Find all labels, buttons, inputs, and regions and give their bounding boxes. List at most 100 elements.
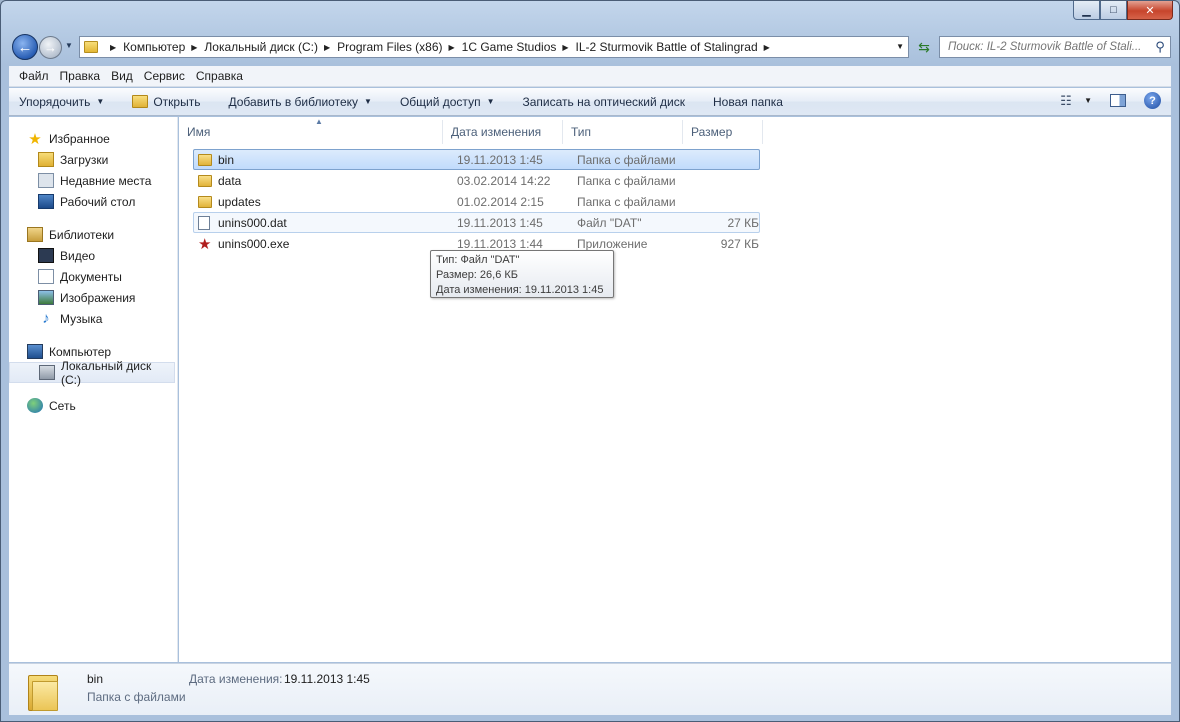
file-size: 927 КБ — [720, 236, 759, 251]
breadcrumb-computer[interactable]: Компьютер — [123, 40, 185, 54]
file-name-cell: data — [194, 174, 453, 188]
file-list-pane: ▲ Имя Дата изменения Тип Размер bin 19.1… — [179, 117, 1171, 662]
open-button[interactable]: Открыть — [132, 95, 200, 109]
nav-favorites[interactable]: ★ Избранное — [9, 128, 177, 149]
nav-favorites-label: Избранное — [49, 131, 110, 146]
nav-item-desktop[interactable]: Рабочий стол — [9, 191, 177, 212]
nav-network-label: Сеть — [49, 398, 76, 413]
file-name-cell: updates — [194, 195, 453, 209]
refresh-button[interactable]: ⇆ — [912, 36, 936, 58]
tooltip-date: Дата изменения: 19.11.2013 1:45 — [436, 284, 604, 296]
search-box: ⚲ — [939, 36, 1171, 58]
file-size: 27 КБ — [727, 215, 759, 230]
folder-icon — [198, 153, 212, 166]
red-star-app-icon: ★ — [198, 235, 212, 253]
folder-icon — [84, 41, 98, 53]
explorer-window: ▁ □ ✕ ← → ▼ ▶ Компьютер ▶ Локальный диск… — [0, 0, 1180, 722]
nav-item-downloads[interactable]: Загрузки — [9, 149, 177, 170]
nav-item-label: Видео — [60, 248, 96, 263]
nav-item-recent-places[interactable]: Недавние места — [9, 170, 177, 191]
menu-view[interactable]: Вид — [111, 69, 133, 83]
folder-icon — [198, 174, 212, 187]
address-bar[interactable]: ▶ Компьютер ▶ Локальный диск (C:) ▶ Prog… — [79, 36, 909, 58]
new-folder-button[interactable]: Новая папка — [713, 95, 783, 109]
file-list: bin 19.11.2013 1:45 Папка с файлами data… — [193, 149, 760, 254]
burn-button[interactable]: Записать на оптический диск — [522, 95, 685, 109]
share-button[interactable]: Общий доступ ▼ — [400, 95, 495, 109]
column-header-label: Имя — [187, 125, 211, 139]
chevron-right-icon[interactable]: ▶ — [191, 43, 197, 52]
folder-icon — [198, 195, 212, 208]
file-date: 19.11.2013 1:44 — [457, 236, 543, 251]
file-tooltip: Тип: Файл "DAT" Размер: 26,6 КБ Дата изм… — [430, 250, 614, 298]
column-header-type[interactable]: Тип — [563, 120, 683, 144]
file-row-unins-dat[interactable]: unins000.dat 19.11.2013 1:45 Файл "DAT" … — [193, 212, 760, 233]
file-type: Папка с файлами — [577, 194, 676, 209]
menu-tools[interactable]: Сервис — [144, 69, 185, 83]
view-details-icon[interactable]: ☷ — [1060, 93, 1078, 109]
drive-icon — [39, 365, 55, 380]
computer-icon — [27, 344, 43, 359]
menu-edit[interactable]: Правка — [60, 69, 101, 83]
column-header-label: Тип — [571, 125, 592, 139]
arrow-right-icon: → — [44, 40, 57, 55]
menu-help[interactable]: Справка — [196, 69, 243, 83]
breadcrumb-local-disk[interactable]: Локальный диск (C:) — [204, 40, 318, 54]
recent-places-icon — [38, 173, 54, 188]
chevron-right-icon[interactable]: ▶ — [110, 43, 116, 52]
nav-libraries-label: Библиотеки — [49, 227, 115, 242]
nav-libraries[interactable]: Библиотеки — [9, 224, 177, 245]
organize-button[interactable]: Упорядочить ▼ — [19, 95, 104, 109]
navigation-pane: ★ Избранное Загрузки Недавние места Рабо… — [9, 117, 178, 662]
folder-open-icon — [132, 95, 149, 108]
back-button[interactable]: ← — [12, 34, 38, 60]
column-header-date[interactable]: Дата изменения — [443, 120, 563, 144]
share-label: Общий доступ — [399, 94, 481, 109]
chevron-right-icon[interactable]: ▶ — [562, 43, 568, 52]
view-options-button[interactable]: ▼ — [1084, 96, 1092, 105]
nav-item-music[interactable]: ♪ Музыка — [9, 308, 177, 329]
file-date: 01.02.2014 2:15 — [457, 194, 544, 209]
navigation-row: ← → ▼ ▶ Компьютер ▶ Локальный диск (C:) … — [9, 32, 1171, 62]
maximize-button[interactable]: □ — [1100, 1, 1127, 20]
breadcrumb-1c-game-studios[interactable]: 1C Game Studios — [462, 40, 557, 54]
recent-pages-button[interactable]: ▼ — [65, 41, 76, 52]
nav-item-label: Локальный диск (C:) — [61, 358, 152, 387]
open-label: Открыть — [153, 94, 201, 109]
add-to-library-button[interactable]: Добавить в библиотеку ▼ — [228, 95, 371, 109]
search-input[interactable] — [940, 41, 1150, 53]
nav-item-pictures[interactable]: Изображения — [9, 287, 177, 308]
details-type: Папка с файлами — [87, 690, 186, 704]
file-row-bin[interactable]: bin 19.11.2013 1:45 Папка с файлами — [193, 149, 760, 170]
file-type: Файл "DAT" — [577, 215, 642, 230]
file-date: 03.02.2014 14:22 — [457, 173, 551, 188]
breadcrumb-program-files[interactable]: Program Files (x86) — [337, 40, 442, 54]
column-header-name[interactable]: Имя — [179, 120, 443, 144]
chevron-right-icon[interactable]: ▶ — [764, 43, 770, 52]
file-row-data[interactable]: data 03.02.2014 14:22 Папка с файлами — [193, 170, 760, 191]
column-header-size[interactable]: Размер — [683, 120, 763, 144]
search-icon[interactable]: ⚲ — [1150, 39, 1170, 55]
nav-item-documents[interactable]: Документы — [9, 266, 177, 287]
address-history-button[interactable]: ▼ — [896, 42, 904, 51]
close-button[interactable]: ✕ — [1127, 1, 1173, 20]
preview-pane-icon[interactable] — [1110, 94, 1126, 107]
forward-button[interactable]: → — [39, 36, 62, 59]
video-icon — [38, 248, 54, 263]
menu-file[interactable]: Файл — [19, 69, 49, 83]
view-controls: ☷ ▼ ? — [1060, 92, 1161, 109]
minimize-button[interactable]: ▁ — [1073, 1, 1100, 20]
desktop-icon — [38, 194, 54, 209]
chevron-right-icon[interactable]: ▶ — [324, 43, 330, 52]
nav-item-video[interactable]: Видео — [9, 245, 177, 266]
nav-item-local-disk[interactable]: Локальный диск (C:) — [9, 359, 175, 387]
help-icon[interactable]: ? — [1144, 92, 1161, 109]
caption-buttons: ▁ □ ✕ — [1073, 1, 1173, 20]
nav-item-label: Изображения — [60, 290, 136, 305]
file-row-updates[interactable]: updates 01.02.2014 2:15 Папка с файлами — [193, 191, 760, 212]
nav-network[interactable]: Сеть — [9, 395, 177, 416]
new-folder-label: Новая папка — [712, 94, 783, 109]
chevron-right-icon[interactable]: ▶ — [449, 43, 455, 52]
breadcrumb-il2[interactable]: IL-2 Sturmovik Battle of Stalingrad — [576, 40, 758, 54]
nav-item-label: Загрузки — [60, 152, 109, 167]
